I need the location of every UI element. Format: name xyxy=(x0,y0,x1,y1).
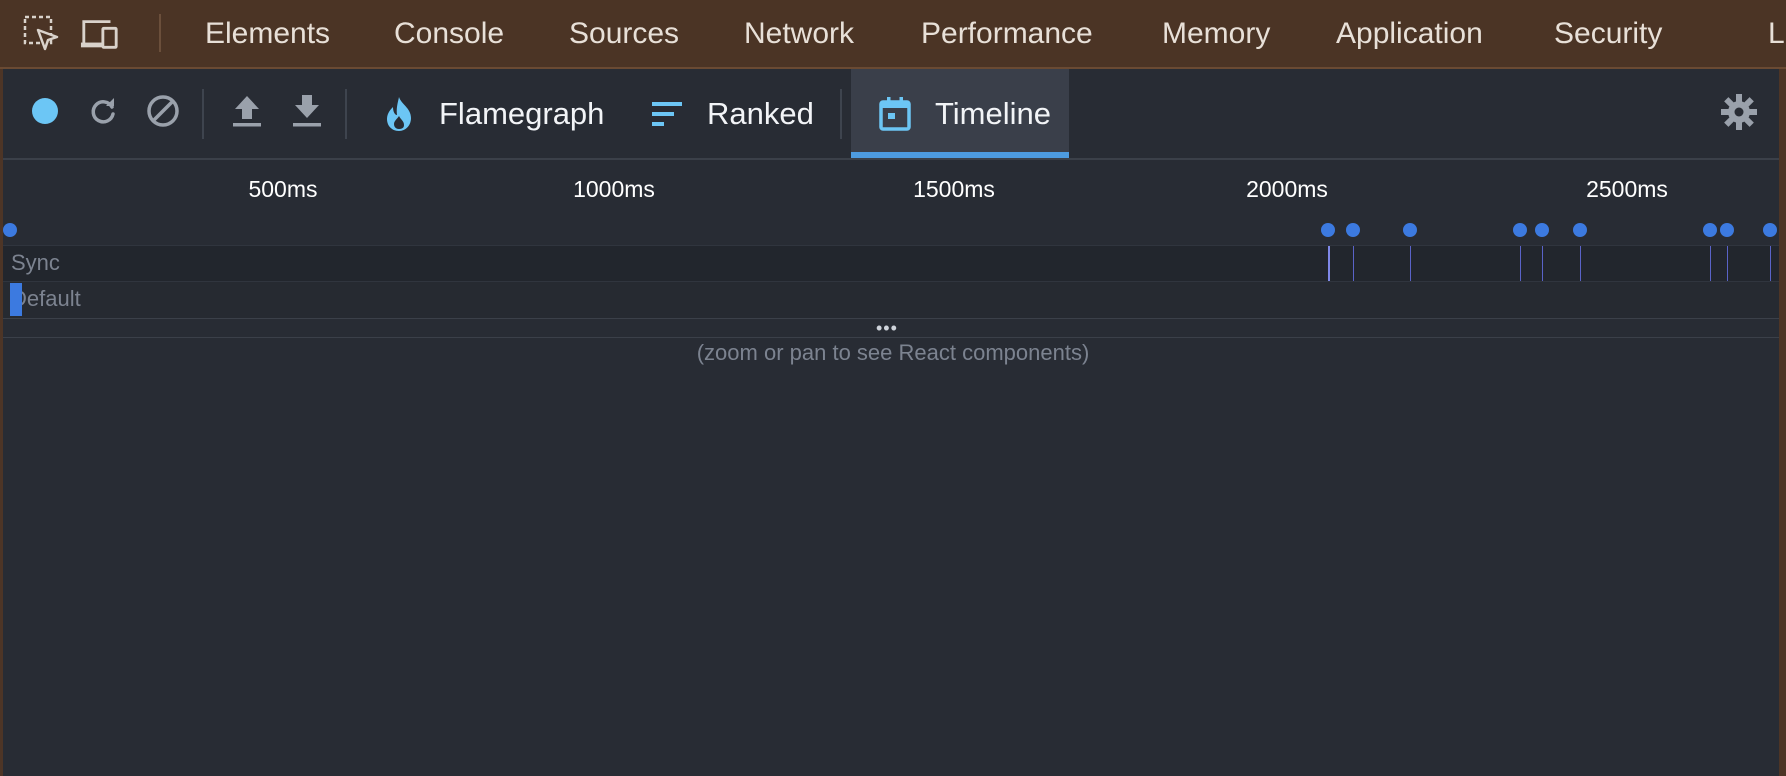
tab-security[interactable]: Security xyxy=(1554,0,1662,67)
zoom-hint: (zoom or pan to see React components) xyxy=(696,340,1090,365)
record-icon xyxy=(30,96,60,131)
timeline-tick: 500ms xyxy=(248,176,318,202)
commit-line xyxy=(1520,246,1521,281)
profiler-toolbar: Flamegraph Ranked Timeline xyxy=(3,69,1779,160)
reload-icon xyxy=(87,95,119,132)
tab-memory[interactable]: Memory xyxy=(1162,0,1270,67)
load-profile-button[interactable] xyxy=(225,91,269,135)
commit-line xyxy=(1353,246,1354,281)
tab-flamegraph[interactable]: Flamegraph xyxy=(379,69,604,158)
clear-icon xyxy=(145,93,181,134)
save-profile-button[interactable] xyxy=(285,91,329,135)
active-tab-indicator xyxy=(851,152,1069,158)
commit-line xyxy=(1727,246,1728,281)
timeline-tick: 1000ms xyxy=(573,176,655,202)
reload-and-profile-button[interactable] xyxy=(81,91,125,135)
tab-performance[interactable]: Performance xyxy=(921,0,1093,67)
record-button[interactable] xyxy=(23,91,67,135)
tab-network[interactable]: Network xyxy=(744,0,854,67)
default-lane-event[interactable] xyxy=(10,283,22,316)
toolbar-separator xyxy=(202,89,204,139)
commit-marker[interactable] xyxy=(1573,223,1587,237)
commit-marker[interactable] xyxy=(3,223,17,237)
clear-profiling-data-button[interactable] xyxy=(141,91,185,135)
commit-line xyxy=(1328,246,1330,281)
commit-marker[interactable] xyxy=(1720,223,1734,237)
tab-application[interactable]: Application xyxy=(1336,0,1483,67)
commit-line xyxy=(1710,246,1711,281)
devtools-tab-bar: Elements Console Sources Network Perform… xyxy=(0,0,1786,69)
commit-marker[interactable] xyxy=(1321,223,1335,237)
tab-console[interactable]: Console xyxy=(394,0,504,67)
commit-line xyxy=(1542,246,1543,281)
commit-line xyxy=(1770,246,1771,281)
commit-line xyxy=(1580,246,1581,281)
upload-icon xyxy=(229,93,265,134)
commit-marker[interactable] xyxy=(1703,223,1717,237)
commit-marker[interactable] xyxy=(1513,223,1527,237)
tab-sources[interactable]: Sources xyxy=(569,0,679,67)
gear-icon xyxy=(1720,93,1758,136)
device-toolbar-icon[interactable] xyxy=(80,14,120,54)
toolbar-separator xyxy=(840,89,842,139)
commit-marker[interactable] xyxy=(1763,223,1777,237)
lane-default: Default xyxy=(3,281,1779,318)
calendar-icon xyxy=(875,94,915,134)
flame-icon xyxy=(379,94,419,134)
timeline-tick: 2500ms xyxy=(1586,176,1668,202)
tab-timeline-label: Timeline xyxy=(935,95,1051,131)
lane-label: Sync xyxy=(11,250,60,275)
tab-flamegraph-label: Flamegraph xyxy=(439,95,605,131)
ranked-bars-icon xyxy=(647,94,687,134)
timeline-tick: 2000ms xyxy=(1246,176,1328,202)
commit-marker[interactable] xyxy=(1346,223,1360,237)
inspect-element-icon[interactable] xyxy=(22,14,62,54)
download-icon xyxy=(289,93,325,134)
commit-marker[interactable] xyxy=(1535,223,1549,237)
devtools-window: Elements Console Sources Network Perform… xyxy=(0,0,1786,776)
tab-elements[interactable]: Elements xyxy=(205,0,330,67)
toolbar-separator xyxy=(345,89,347,139)
lane-sync: Sync xyxy=(3,245,1779,281)
toolbar-separator xyxy=(159,14,161,52)
commit-marker[interactable] xyxy=(1403,223,1417,237)
commit-line xyxy=(1410,246,1411,281)
tab-timeline[interactable]: Timeline xyxy=(851,69,1069,158)
timeline-tick: 1500ms xyxy=(913,176,995,202)
window-edge xyxy=(1779,69,1786,776)
tab-ranked[interactable]: Ranked xyxy=(647,69,814,158)
tab-truncated[interactable]: L xyxy=(1768,0,1785,67)
tab-ranked-label: Ranked xyxy=(707,95,814,131)
profiler-settings-button[interactable] xyxy=(1717,92,1761,136)
